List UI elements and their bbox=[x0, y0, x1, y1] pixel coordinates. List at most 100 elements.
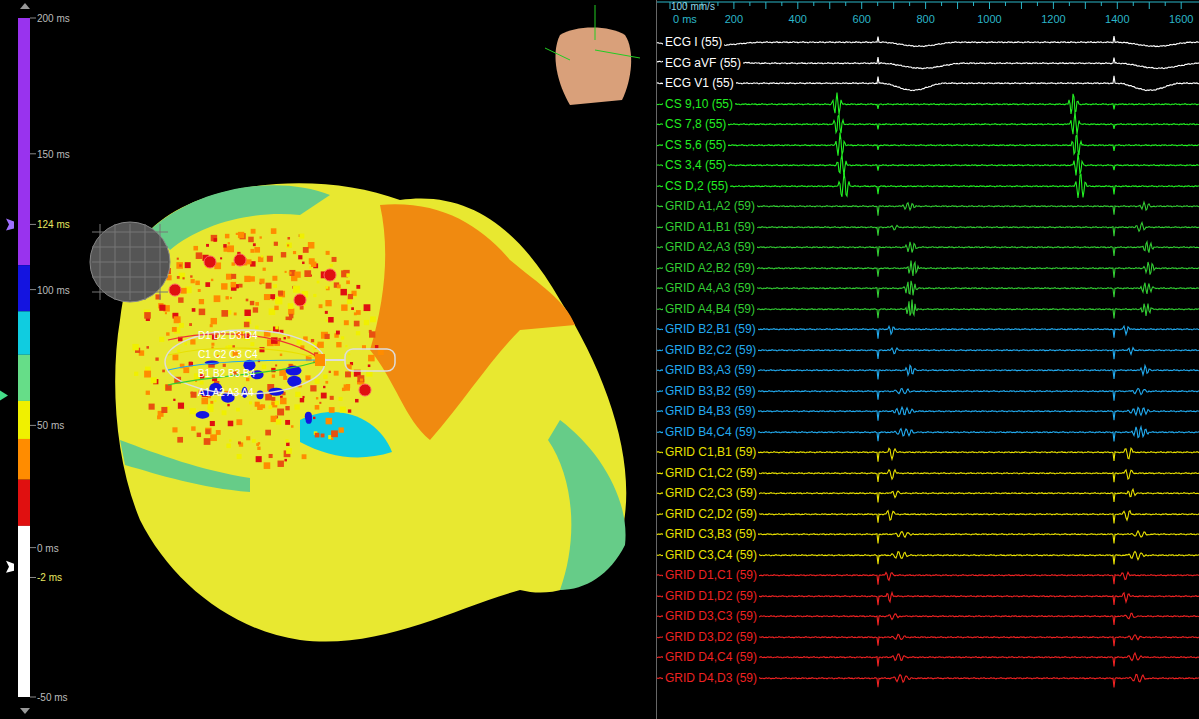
map-point bbox=[305, 375, 310, 380]
map-point bbox=[348, 409, 351, 412]
scale-marker-icon[interactable] bbox=[0, 391, 8, 401]
channel-row[interactable]: GRID D4,C4 (59) bbox=[657, 647, 1199, 668]
scale-down-icon[interactable] bbox=[20, 708, 30, 714]
map-point bbox=[132, 344, 138, 350]
map-point bbox=[342, 388, 345, 391]
map-point bbox=[269, 405, 273, 409]
channel-label: GRID D4,D3 (59) bbox=[663, 671, 759, 685]
scale-flag-icon[interactable] bbox=[6, 218, 14, 230]
map-point bbox=[216, 430, 221, 435]
channel-row[interactable]: GRID B2,B1 (59) bbox=[657, 319, 1199, 340]
time-tick: 0 ms bbox=[673, 13, 697, 25]
map-point bbox=[276, 298, 283, 305]
channel-row[interactable]: GRID D1,D2 (59) bbox=[657, 586, 1199, 607]
map-point bbox=[355, 399, 359, 403]
scale-flag-icon[interactable] bbox=[6, 561, 14, 573]
channel-label: CS D,2 (55) bbox=[663, 179, 730, 193]
scale-segment bbox=[18, 355, 30, 401]
scale-up-icon[interactable] bbox=[20, 3, 30, 9]
map-point bbox=[325, 334, 330, 339]
time-ruler[interactable]: 100 mm/s0 ms2004006008001000120014001600 bbox=[657, 0, 1199, 28]
channel-row[interactable]: GRID C3,B3 (59) bbox=[657, 524, 1199, 545]
map-point bbox=[191, 279, 195, 283]
map-point bbox=[184, 343, 187, 346]
channel-row[interactable]: GRID B4,C4 (59) bbox=[657, 422, 1199, 443]
map-point bbox=[294, 404, 299, 409]
map-point bbox=[357, 375, 364, 382]
channel-row[interactable]: GRID C2,C3 (59) bbox=[657, 483, 1199, 504]
channel-row[interactable]: GRID A2,B2 (59) bbox=[657, 258, 1199, 279]
map-point bbox=[315, 433, 320, 438]
channel-row[interactable]: GRID B3,A3 (59) bbox=[657, 360, 1199, 381]
grid-catheter[interactable]: D1 D2 D3 D4C1 C2 C3 C4B1 B2 B3 B4A1 A2 A… bbox=[165, 330, 395, 398]
channel-row[interactable]: GRID D3,D2 (59) bbox=[657, 627, 1199, 648]
map-point bbox=[356, 285, 360, 289]
channel-row[interactable]: GRID A2,A3 (59) bbox=[657, 237, 1199, 258]
map-point bbox=[159, 337, 164, 342]
map-point bbox=[321, 434, 325, 438]
map-point bbox=[351, 307, 354, 310]
channel-label: GRID C3,C4 (59) bbox=[663, 548, 759, 562]
scale-label: 0 ms bbox=[37, 543, 59, 554]
map-point bbox=[284, 337, 286, 339]
channel-row[interactable]: GRID B3,B2 (59) bbox=[657, 381, 1199, 402]
channel-row[interactable]: GRID C1,C2 (59) bbox=[657, 463, 1199, 484]
channel-row[interactable]: CS 3,4 (55) bbox=[657, 155, 1199, 176]
channel-row[interactable]: ECG aVF (55) bbox=[657, 53, 1199, 74]
channel-row[interactable]: GRID C3,C4 (59) bbox=[657, 545, 1199, 566]
map-point bbox=[211, 279, 213, 281]
map-point bbox=[326, 287, 330, 291]
map-point bbox=[348, 294, 353, 299]
map-point bbox=[191, 426, 195, 430]
channel-trace bbox=[657, 155, 1199, 176]
map-point bbox=[195, 281, 200, 286]
scale-tick bbox=[30, 224, 36, 225]
channel-row[interactable]: GRID A1,B1 (59) bbox=[657, 217, 1199, 238]
map-point bbox=[368, 364, 371, 367]
map-point bbox=[177, 349, 180, 352]
channel-row[interactable]: ECG V1 (55) bbox=[657, 73, 1199, 94]
channel-row[interactable]: GRID B2,C2 (59) bbox=[657, 340, 1199, 361]
map-point bbox=[193, 366, 196, 369]
map-point bbox=[146, 346, 149, 349]
map-point bbox=[356, 331, 360, 335]
map-point bbox=[304, 270, 311, 277]
map-point bbox=[253, 307, 258, 312]
channel-row[interactable]: GRID A4,A3 (59) bbox=[657, 278, 1199, 299]
scale-tick bbox=[30, 547, 36, 548]
map-point bbox=[221, 283, 227, 289]
map-point bbox=[264, 294, 270, 300]
activation-map[interactable]: 200 ms150 ms124 ms100 ms50 ms0 ms-2 ms-5… bbox=[0, 0, 657, 719]
map-point bbox=[232, 345, 235, 348]
map-region bbox=[120, 440, 250, 492]
channel-row[interactable]: GRID C1,B1 (59) bbox=[657, 442, 1199, 463]
channel-row[interactable]: GRID D3,C3 (59) bbox=[657, 606, 1199, 627]
map-point bbox=[315, 405, 320, 410]
channel-row[interactable]: CS 9,10 (55) bbox=[657, 94, 1199, 115]
time-tick: 200 bbox=[725, 13, 743, 25]
channel-row[interactable]: GRID D4,D3 (59) bbox=[657, 668, 1199, 689]
map-point bbox=[264, 462, 271, 469]
channel-row[interactable]: CS D,2 (55) bbox=[657, 176, 1199, 197]
map-point bbox=[303, 247, 309, 253]
channel-row[interactable]: ECG I (55) bbox=[657, 32, 1199, 53]
torso-orientation-icon[interactable] bbox=[545, 5, 640, 105]
channel-row[interactable]: GRID D1,C1 (59) bbox=[657, 565, 1199, 586]
channel-row[interactable]: GRID A1,A2 (59) bbox=[657, 196, 1199, 217]
map-viewport[interactable]: 200 ms150 ms124 ms100 ms50 ms0 ms-2 ms-5… bbox=[0, 0, 657, 719]
scale-label: 200 ms bbox=[37, 13, 70, 24]
map-point bbox=[221, 310, 228, 317]
scale-label: 50 ms bbox=[37, 420, 64, 431]
map-point bbox=[211, 235, 217, 241]
channel-row[interactable]: GRID A4,B4 (59) bbox=[657, 299, 1199, 320]
map-point bbox=[319, 304, 323, 308]
channel-label: GRID C1,B1 (59) bbox=[663, 445, 758, 459]
vein-mesh bbox=[90, 222, 170, 302]
channel-row[interactable]: CS 5,6 (55) bbox=[657, 135, 1199, 156]
map-point bbox=[295, 392, 300, 397]
channel-row[interactable]: GRID B4,B3 (59) bbox=[657, 401, 1199, 422]
channel-row[interactable]: CS 7,8 (55) bbox=[657, 114, 1199, 135]
channel-label: ECG V1 (55) bbox=[663, 76, 736, 90]
map-point bbox=[149, 404, 155, 410]
channel-row[interactable]: GRID C2,D2 (59) bbox=[657, 504, 1199, 525]
